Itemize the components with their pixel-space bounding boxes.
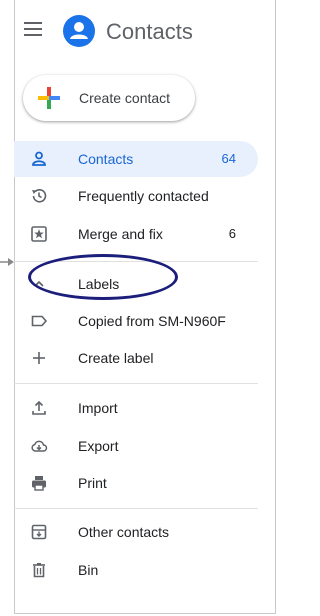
sidebar-item-label: Other contacts (78, 524, 170, 540)
create-contact-label: Create contact (79, 90, 171, 106)
upload-icon (32, 400, 46, 415)
sidebar-item-label: Create label (78, 350, 154, 366)
sidebar-item-bin[interactable]: Bin (14, 552, 258, 588)
archive-box-icon (31, 524, 47, 540)
sidebar-item-label: Copied from SM-N960F (78, 313, 226, 329)
highlight-ellipse (28, 254, 178, 300)
trash-icon (33, 563, 45, 578)
sidebar-item-label: Print (78, 475, 107, 491)
sidebar-item-other-contacts[interactable]: Other contacts (14, 514, 258, 550)
sidebar-item-frequently-contacted[interactable]: Frequently contacted (14, 178, 258, 214)
person-icon (32, 151, 46, 166)
history-icon (32, 189, 47, 203)
sidebar-item-label: Export (78, 438, 119, 454)
printer-icon (32, 476, 46, 491)
pointer-arrow-icon (0, 258, 14, 266)
merge-fix-icon (31, 226, 47, 242)
sidebar-item-print[interactable]: Print (14, 465, 258, 501)
sidebar-item-contacts[interactable]: Contacts 64 (14, 141, 258, 177)
sidebar-item-label: Merge and fix (78, 226, 163, 242)
divider (14, 508, 258, 509)
sidebar-item-import[interactable]: Import (14, 390, 258, 426)
divider (14, 383, 258, 384)
sidebar-item-label: Import (78, 400, 118, 416)
plus-icon (33, 352, 45, 364)
sidebar-item-label: Contacts (78, 151, 134, 167)
contacts-count: 64 (221, 151, 236, 166)
main-menu-button[interactable] (24, 22, 42, 36)
cloud-download-icon (31, 440, 48, 452)
sidebar-item-merge-and-fix[interactable]: Merge and fix 6 (14, 216, 258, 252)
sidebar-item-label: Frequently contacted (78, 188, 209, 204)
label-tag-icon (31, 315, 48, 327)
contacts-logo-icon (63, 15, 95, 47)
create-contact-button[interactable]: Create contact (23, 75, 195, 121)
merge-count: 6 (228, 226, 236, 241)
sidebar-item-label-copied[interactable]: Copied from SM-N960F (14, 303, 258, 339)
create-label-button[interactable]: Create label (14, 340, 258, 376)
hamburger-icon (24, 22, 42, 36)
sidebar-item-label: Bin (78, 562, 99, 578)
colorful-plus-icon (38, 87, 60, 109)
sidebar-item-export[interactable]: Export (14, 428, 258, 464)
app-title: Contacts (106, 19, 193, 44)
